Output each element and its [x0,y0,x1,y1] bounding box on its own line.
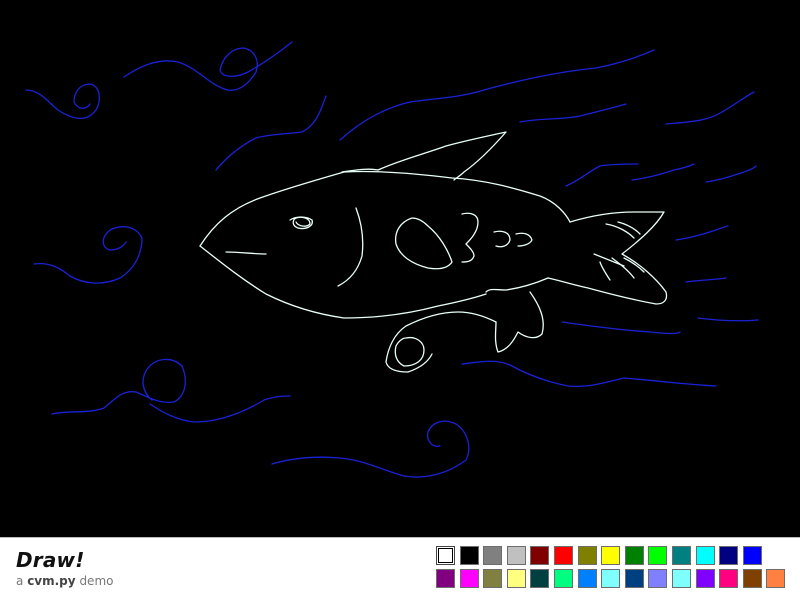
fish-stroke [289,216,313,230]
fish-stroke [394,336,425,367]
color-swatch[interactable] [648,569,668,588]
water-stroke [123,41,293,91]
color-swatch[interactable] [719,546,739,565]
drawing-svg [25,41,759,478]
fish-stroke [515,232,533,247]
color-swatch[interactable] [577,569,597,588]
water-stroke [51,358,186,415]
color-swatch[interactable] [506,546,526,565]
water-stroke [519,103,627,123]
water-stroke [215,95,327,171]
color-swatch[interactable] [530,546,550,565]
water-stroke [461,360,717,388]
water-stroke [665,91,755,125]
water-stroke [675,225,729,241]
color-swatch[interactable] [695,546,715,565]
app-subtitle: a cvm.py demo [16,574,113,588]
fish-stroke [493,230,511,248]
color-palette [436,546,786,588]
water-stroke [149,395,291,423]
water-stroke [705,165,757,183]
color-swatch[interactable] [695,569,715,588]
color-swatch[interactable] [577,546,597,565]
color-swatch[interactable] [648,546,668,565]
color-swatch[interactable] [624,546,644,565]
fish-stroke [337,207,364,287]
color-swatch[interactable] [671,569,691,588]
fish-stroke [494,291,544,353]
water-strokes [25,41,759,478]
fish-stroke [547,211,668,305]
fish-stroke [461,212,479,263]
water-stroke [697,317,759,322]
palette-spacer [766,546,785,565]
fish-stroke [225,251,267,255]
fish-stroke [199,245,487,319]
fish-stroke [485,277,549,293]
fish-stroke [599,261,611,281]
water-stroke [271,420,470,478]
color-swatch[interactable] [601,569,621,588]
color-swatch[interactable] [483,546,503,565]
fish-stroke [394,217,453,270]
water-stroke [339,49,655,141]
water-stroke [631,163,695,181]
color-swatch[interactable] [483,569,503,588]
color-swatch[interactable] [742,546,762,565]
library-name: cvm.py [27,574,76,588]
fish-stroke [617,221,641,235]
fish-stroke [385,311,497,373]
color-swatch[interactable] [766,569,786,588]
drawing-canvas[interactable] [0,0,800,537]
app-title: Draw! [16,548,85,572]
color-swatch[interactable] [506,569,526,588]
fish-stroke [199,170,571,247]
subtitle-suffix: demo [79,574,114,588]
subtitle-prefix: a [16,574,24,588]
color-swatch[interactable] [671,546,691,565]
color-swatch[interactable] [459,569,479,588]
color-swatch[interactable] [624,569,644,588]
footer-bar: Draw! a cvm.py demo [0,537,800,600]
color-swatch[interactable] [530,569,550,588]
color-swatch[interactable] [459,546,479,565]
water-stroke [33,226,143,284]
fish-stroke [593,253,625,267]
color-swatch[interactable] [719,569,739,588]
color-swatch[interactable] [553,546,573,565]
color-swatch[interactable] [436,546,455,565]
color-swatch[interactable] [553,569,573,588]
water-stroke [25,83,101,119]
water-stroke [565,163,639,187]
color-swatch[interactable] [742,569,762,588]
water-stroke [561,321,681,335]
water-stroke [685,277,727,283]
color-swatch[interactable] [436,569,455,588]
color-swatch[interactable] [601,546,621,565]
